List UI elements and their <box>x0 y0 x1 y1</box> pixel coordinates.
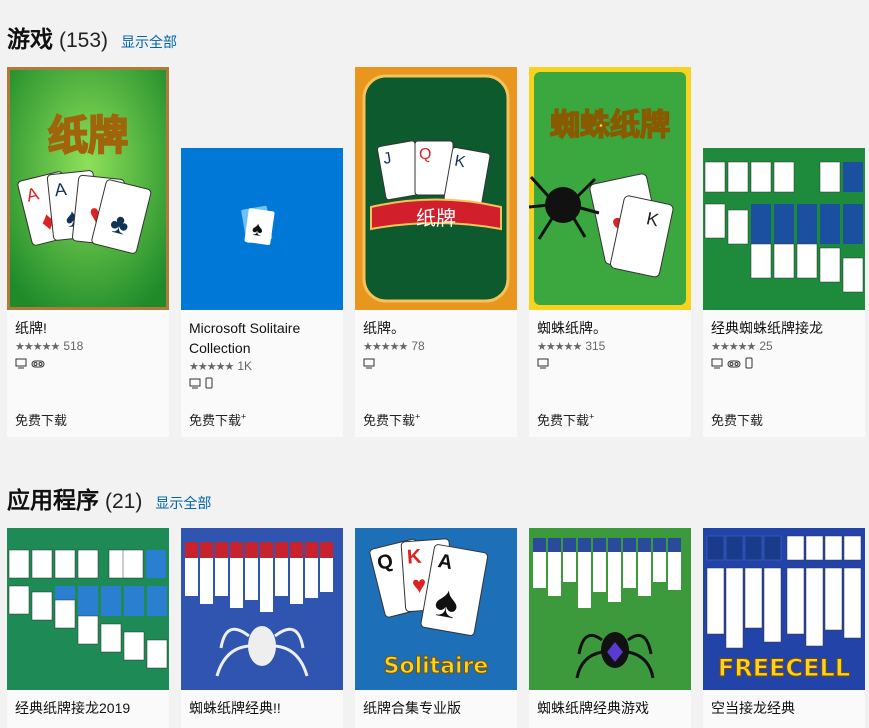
game-tile-4[interactable]: 蜘蛛纸牌 ♥ K <box>529 67 691 310</box>
game-tile-1-art: 纸牌 A♦ A♠ ♥ ♣ <box>7 67 169 310</box>
apps-show-all-link[interactable]: 显示全部 <box>155 493 211 513</box>
game-tile-5[interactable] <box>703 148 865 310</box>
apps-section-count: (21) <box>105 490 143 513</box>
svg-text:♥: ♥ <box>411 571 427 599</box>
app-name-2: 蜘蛛纸牌经典!! <box>189 700 281 716</box>
app-tile-1[interactable] <box>7 528 169 690</box>
app-name-5: 空当接龙经典 <box>711 700 795 716</box>
games-show-all-link[interactable]: 显示全部 <box>121 32 177 52</box>
svg-text:Q: Q <box>419 146 431 163</box>
app-name-4: 蜘蛛纸牌经典游戏 <box>537 700 649 716</box>
game-name-4: 蜘蛛纸牌。 <box>537 320 607 336</box>
app-tile-5-art: FREECELL <box>703 528 865 690</box>
review-count: 1K <box>237 359 252 373</box>
price-label: 免费下载 <box>711 413 764 428</box>
app-tile-4-art <box>529 528 691 690</box>
pc-icon <box>363 358 375 368</box>
device-icons <box>363 357 509 369</box>
game-card-1[interactable]: 纸牌 A♦ A♠ ♥ ♣ 纸牌! ★★★★★518 免费下载 <box>7 67 169 437</box>
pc-icon <box>189 378 201 388</box>
app-tile-5-text: FREECELL <box>718 654 850 682</box>
app-tile-1-art <box>7 528 169 690</box>
device-icons <box>15 357 161 369</box>
star-rating-icon: ★★★★★ <box>363 340 408 353</box>
pc-icon <box>15 358 27 368</box>
review-count: 78 <box>411 339 425 353</box>
star-rating-icon: ★★★★★ <box>711 340 756 353</box>
game-card-4[interactable]: 蜘蛛纸牌 ♥ K 蜘蛛纸牌。 ★★★★★315 免费下载+ <box>529 67 691 437</box>
game-card-3[interactable]: J Q K 纸牌 纸牌。 ★★★★★ 78 免费下载+ <box>355 67 517 437</box>
app-name-1: 经典纸牌接龙2019 <box>15 700 131 716</box>
app-card-1[interactable]: 经典纸牌接龙2019 <box>7 528 169 728</box>
review-count: 315 <box>585 339 606 353</box>
app-tile-3-art: Q K♥ A♠ Solitaire <box>355 528 517 690</box>
review-count: 518 <box>63 339 84 353</box>
app-tile-5[interactable]: FREECELL <box>703 528 865 690</box>
star-rating-icon: ★★★★★ <box>537 340 582 353</box>
device-icons <box>537 357 683 369</box>
device-icons <box>189 377 335 389</box>
game-tile-4-text: 蜘蛛纸牌 <box>550 108 670 143</box>
games-section-count: (153) <box>59 29 109 52</box>
app-tile-3[interactable]: Q K ♥ A ♠ Solitaire <box>355 528 517 690</box>
apps-section-header: 应用程序 (21) 显示全部 <box>7 481 211 515</box>
game-rating-4: ★★★★★ 315 <box>537 339 683 353</box>
app-card-2[interactable]: 蜘蛛纸牌经典!! <box>181 528 343 728</box>
app-card-4[interactable]: 蜘蛛纸牌经典游戏 <box>529 528 691 728</box>
game-tile-2-art: ♠ <box>181 148 343 310</box>
svg-text:A: A <box>54 179 68 200</box>
app-tile-2-art <box>181 528 343 690</box>
app-tile-4[interactable] <box>529 528 691 690</box>
games-section-header: 游戏 (153) 显示全部 <box>7 20 177 54</box>
review-count: 25 <box>759 339 773 353</box>
star-rating-icon: ★★★★★ <box>15 340 60 353</box>
svg-text:K: K <box>406 546 422 569</box>
game-rating-2: ★★★★★ 1K <box>189 359 335 373</box>
price-label: 免费下载 <box>15 413 68 428</box>
game-rating-3: ★★★★★ 78 <box>363 339 509 353</box>
price-label: 免费下载+ <box>537 411 595 428</box>
game-card-5[interactable]: 经典蜘蛛纸牌接龙 ★★★★★ 25 免费下载 <box>703 148 865 437</box>
game-tile-3-text: 纸牌 <box>416 206 456 230</box>
price-label: 免费下载+ <box>189 411 247 428</box>
pc-icon <box>711 358 723 368</box>
game-card-2[interactable]: ♠ Microsoft Solitaire Collection ★★★★★ 1K… <box>181 148 343 437</box>
game-tile-5-art <box>703 148 865 310</box>
games-section-title: 游戏 <box>7 26 53 52</box>
app-card-5[interactable]: FREECELL 空当接龙经典 <box>703 528 865 728</box>
game-name-2: Microsoft Solitaire Collection <box>189 320 301 356</box>
pc-icon <box>537 358 549 368</box>
star-rating-icon: ★★★★★ <box>189 360 234 373</box>
apps-section-title: 应用程序 <box>7 487 99 513</box>
app-tile-2[interactable] <box>181 528 343 690</box>
vr-headset-icon <box>31 360 45 367</box>
game-tile-2[interactable]: ♠ <box>181 148 343 310</box>
device-icons <box>711 357 857 369</box>
game-tile-1[interactable]: 纸牌 A♦ A♠ ♥ ♣ <box>7 67 169 310</box>
phone-icon <box>745 357 753 369</box>
game-name-5: 经典蜘蛛纸牌接龙 <box>711 320 823 336</box>
app-tile-3-text: Solitaire <box>384 654 489 679</box>
vr-headset-icon <box>727 360 741 367</box>
game-tile-4-art: 蜘蛛纸牌 ♥ K <box>529 67 691 310</box>
game-tile-3[interactable]: J Q K 纸牌 <box>355 67 517 310</box>
app-card-3[interactable]: Q K ♥ A ♠ Solitaire 纸牌合集专业版 <box>355 528 517 728</box>
phone-icon <box>205 377 213 389</box>
game-rating-5: ★★★★★ 25 <box>711 339 857 353</box>
price-label: 免费下载+ <box>363 411 421 428</box>
game-tile-1-text: 纸牌 <box>48 113 128 159</box>
game-tile-3-art: J Q K 纸牌 <box>355 67 517 310</box>
app-name-3: 纸牌合集专业版 <box>363 700 461 716</box>
game-name-3: 纸牌。 <box>363 320 405 336</box>
game-rating-1: ★★★★★ 518 <box>15 339 161 353</box>
game-name-1: 纸牌! <box>15 320 47 336</box>
